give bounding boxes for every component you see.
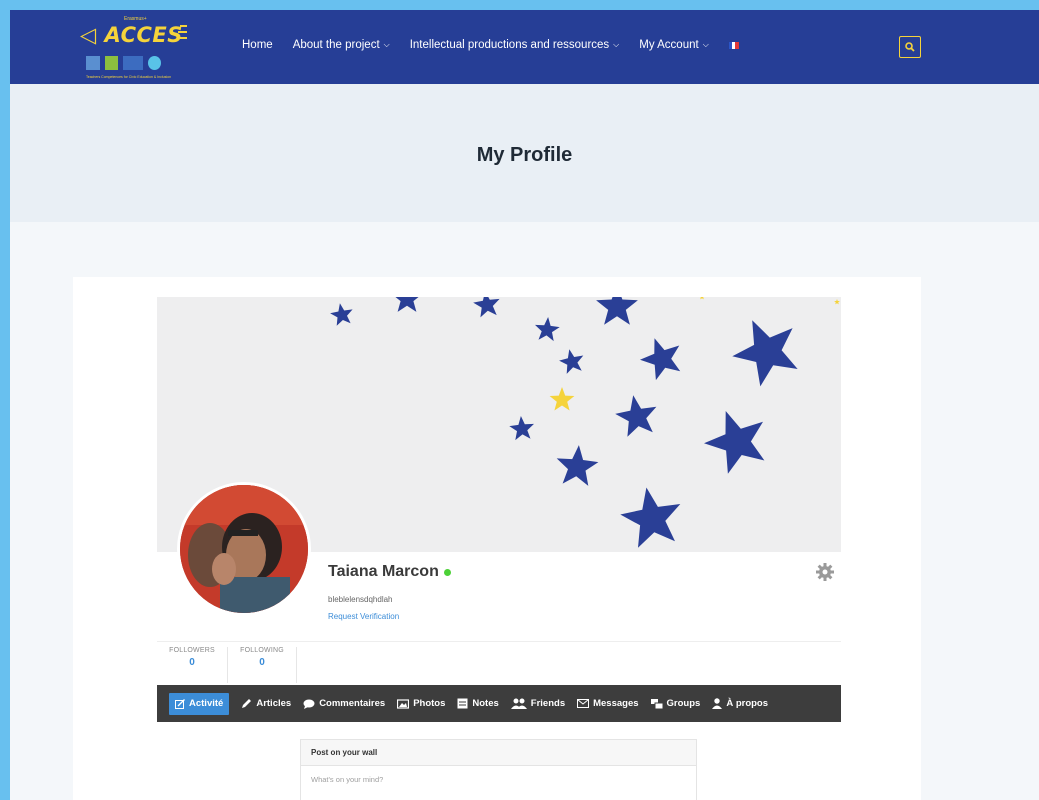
tab-commentaires-label: Commentaires xyxy=(319,698,386,709)
avatar-photo xyxy=(180,485,308,613)
following-label: FOLLOWING xyxy=(240,647,284,654)
wall-post-input[interactable]: What's on your mind? xyxy=(301,766,696,784)
chevron-down-icon: ⌵ xyxy=(613,40,620,49)
nav-my-account-label: My Account xyxy=(639,39,699,51)
star-shape xyxy=(704,411,765,474)
friends-icon xyxy=(510,698,527,709)
following-stat[interactable]: FOLLOWING 0 xyxy=(227,647,297,683)
followers-count: 0 xyxy=(189,657,195,668)
tab-photos-label: Photos xyxy=(413,698,446,709)
photo-icon xyxy=(397,698,410,709)
nav-home[interactable]: Home xyxy=(242,39,273,51)
page-title-band: My Profile xyxy=(10,84,1039,222)
site-logo[interactable]: Erasmus+ ◁ ACCES Teachers Competences fo… xyxy=(80,16,200,80)
gear-icon[interactable] xyxy=(815,562,835,582)
search-icon xyxy=(905,42,915,52)
pencil-icon xyxy=(242,699,252,708)
nav-about[interactable]: About the project ⌵ xyxy=(293,39,390,51)
main-nav: Home About the project ⌵ Intellectual pro… xyxy=(242,39,739,51)
tab-a-propos-label: À propos xyxy=(726,698,769,709)
tab-notes-label: Notes xyxy=(472,698,499,709)
nav-about-label: About the project xyxy=(292,39,380,51)
wall-post-heading: Post on your wall xyxy=(301,740,696,766)
profile-tabs: Activité Articles Commentaires Photos No… xyxy=(157,685,841,722)
star-shape xyxy=(596,297,638,325)
tab-a-propos[interactable]: À propos xyxy=(712,693,768,715)
star-shape xyxy=(620,487,681,548)
tab-groups-label: Groups xyxy=(666,698,701,709)
tab-articles[interactable]: Articles xyxy=(241,693,291,715)
logo-sound-lines xyxy=(178,25,188,43)
star-shape xyxy=(834,299,840,305)
wall-post-box: Post on your wall What's on your mind? xyxy=(300,739,697,800)
star-shape xyxy=(509,416,534,441)
fr-flag-icon[interactable] xyxy=(728,41,739,49)
note-icon xyxy=(457,698,468,709)
chevron-down-icon: ⌵ xyxy=(383,40,390,49)
browser-viewport: Erasmus+ ◁ ACCES Teachers Competences fo… xyxy=(10,10,1039,800)
star-shape xyxy=(395,297,419,312)
profile-card: Taiana Marcon bleblelensdqhdlah Request … xyxy=(73,277,921,800)
tab-articles-label: Articles xyxy=(256,698,292,709)
nav-my-account[interactable]: My Account ⌵ xyxy=(639,39,709,51)
nav-home-label: Home xyxy=(242,39,273,51)
logo-erasmus-text: Erasmus+ xyxy=(124,16,147,22)
tab-commentaires[interactable]: Commentaires xyxy=(303,693,385,715)
logo-name: ACCES xyxy=(104,23,183,47)
online-status-icon xyxy=(443,568,451,576)
megaphone-icon: ◁ xyxy=(80,23,97,47)
tab-groups[interactable]: Groups xyxy=(650,693,701,715)
tab-friends[interactable]: Friends xyxy=(510,693,566,715)
tab-messages[interactable]: Messages xyxy=(577,693,639,715)
envelope-icon xyxy=(577,699,590,708)
tab-activite-label: Activité xyxy=(189,698,224,709)
tab-activite[interactable]: Activité xyxy=(169,692,230,715)
star-shape xyxy=(535,317,560,342)
profile-name-row: Taiana Marcon xyxy=(328,563,451,581)
tab-messages-label: Messages xyxy=(593,698,639,709)
star-shape xyxy=(640,338,681,381)
followers-stat[interactable]: FOLLOWERS 0 xyxy=(157,647,227,683)
star-shape xyxy=(473,297,500,318)
divider xyxy=(157,641,841,642)
edit-icon xyxy=(175,698,185,709)
user-icon xyxy=(712,698,723,709)
star-shape xyxy=(732,320,798,387)
star-shape xyxy=(549,387,575,411)
tab-photos[interactable]: Photos xyxy=(397,693,445,715)
star-shape xyxy=(330,303,353,326)
avatar[interactable] xyxy=(177,482,311,616)
page-title: My Profile xyxy=(476,144,573,166)
logo-megaphone-wordmark: ◁ ACCES xyxy=(80,23,183,47)
search-button[interactable] xyxy=(899,36,921,58)
following-count: 0 xyxy=(259,657,265,668)
logo-tagline: Teachers Competences for Civic Education… xyxy=(86,75,172,79)
star-shape xyxy=(559,349,584,374)
groups-icon xyxy=(650,698,663,709)
star-shape xyxy=(556,445,599,486)
followers-label: FOLLOWERS xyxy=(169,647,215,654)
star-shape xyxy=(700,297,704,300)
profile-username: bleblelensdqhdlah xyxy=(328,595,393,604)
comment-icon xyxy=(303,699,315,709)
nav-productions-label: Intellectual productions and ressources xyxy=(409,39,610,51)
chevron-down-icon: ⌵ xyxy=(702,40,709,49)
nav-productions[interactable]: Intellectual productions and ressources ⌵ xyxy=(410,39,620,51)
profile-name: Taiana Marcon xyxy=(328,563,439,580)
tab-friends-label: Friends xyxy=(530,698,566,709)
site-header: Erasmus+ ◁ ACCES Teachers Competences fo… xyxy=(10,10,1039,84)
tab-notes[interactable]: Notes xyxy=(457,693,499,715)
star-shape xyxy=(615,395,657,437)
logo-illustrations xyxy=(86,54,166,72)
request-verification-link[interactable]: Request Verification xyxy=(328,612,399,621)
